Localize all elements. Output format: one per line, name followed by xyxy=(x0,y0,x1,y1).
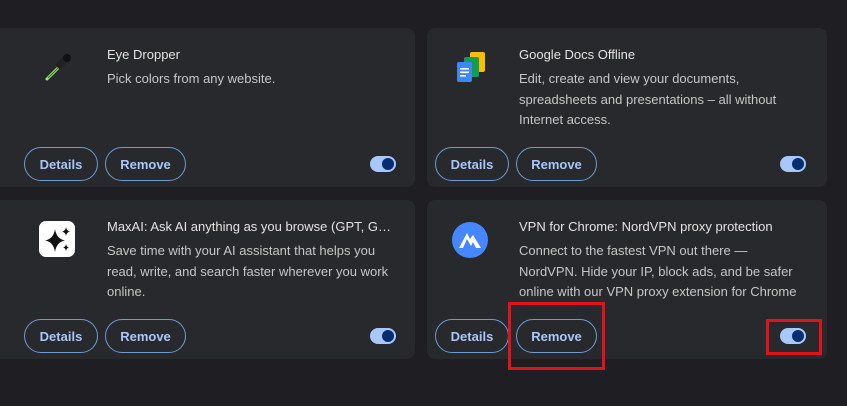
extension-card-eye-dropper: Eye Dropper Pick colors from any website… xyxy=(0,28,415,187)
toggle-knob xyxy=(382,158,394,170)
extension-description: Edit, create and view your documents, sp… xyxy=(519,71,777,127)
enable-toggle[interactable] xyxy=(370,156,396,172)
extension-description: Save time with your AI assistant that he… xyxy=(107,243,389,299)
extension-card-maxai: MaxAI: Ask AI anything as you browse (GP… xyxy=(0,200,415,359)
details-button[interactable]: Details xyxy=(24,319,98,353)
remove-button[interactable]: Remove xyxy=(105,147,186,181)
google-docs-offline-icon xyxy=(450,48,490,88)
toggle-knob xyxy=(382,330,394,342)
remove-button[interactable]: Remove xyxy=(105,319,186,353)
extension-name: VPN for Chrome: NordVPN proxy protection xyxy=(519,219,773,234)
maxai-sparkle-icon xyxy=(38,220,78,260)
extension-description: Connect to the fastest VPN out there — N… xyxy=(519,243,797,299)
extension-card-nordvpn: VPN for Chrome: NordVPN proxy protection… xyxy=(427,200,827,359)
toggle-knob xyxy=(792,330,804,342)
nordvpn-icon xyxy=(450,220,490,260)
toggle-knob xyxy=(792,158,804,170)
toggle-nordvpn[interactable] xyxy=(780,328,806,344)
enable-toggle[interactable] xyxy=(370,328,396,344)
enable-toggle[interactable] xyxy=(780,156,806,172)
remove-button[interactable]: Remove xyxy=(516,147,597,181)
extension-name: Google Docs Offline xyxy=(519,47,636,62)
extension-name: MaxAI: Ask AI anything as you browse (GP… xyxy=(107,219,392,234)
extension-card-google-docs-offline: Google Docs Offline Edit, create and vie… xyxy=(427,28,827,187)
eye-dropper-icon xyxy=(38,48,78,88)
remove-button-nordvpn[interactable]: Remove xyxy=(516,319,597,353)
details-button[interactable]: Details xyxy=(435,319,509,353)
extension-description: Pick colors from any website. xyxy=(107,71,276,86)
extension-name: Eye Dropper xyxy=(107,47,180,62)
details-button[interactable]: Details xyxy=(435,147,509,181)
details-button[interactable]: Details xyxy=(24,147,98,181)
